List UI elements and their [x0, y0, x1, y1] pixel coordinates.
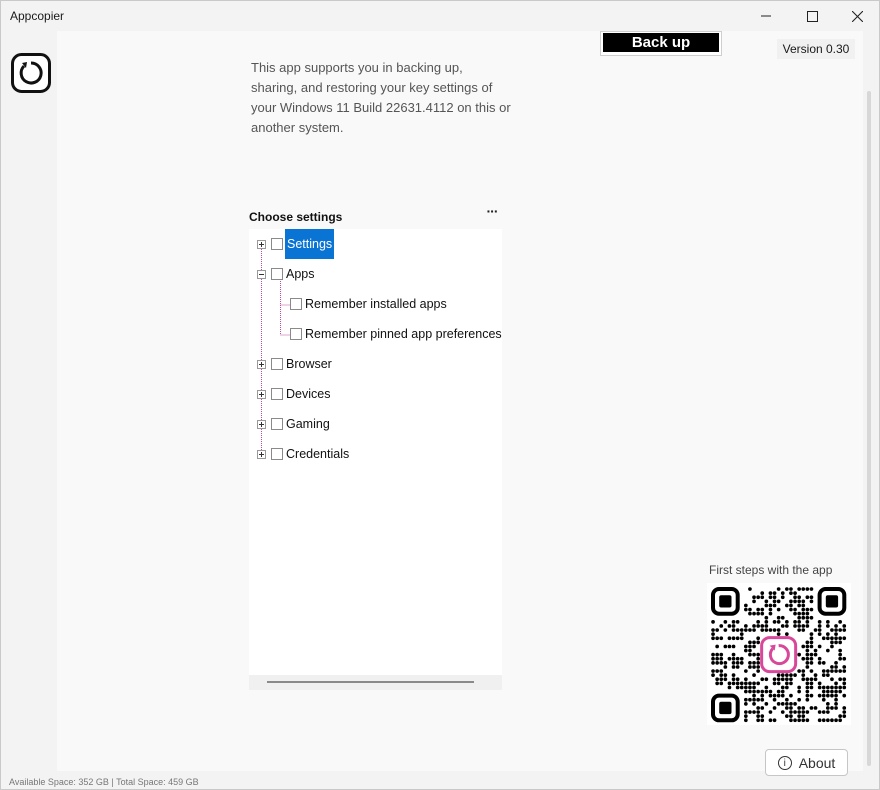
checkbox[interactable] [271, 388, 283, 400]
checkbox[interactable] [290, 298, 302, 310]
checkbox[interactable] [271, 418, 283, 430]
tree-node-settings[interactable]: Settings [271, 229, 335, 259]
tree-node-browser[interactable]: Browser [271, 354, 333, 374]
backup-label: Back up [603, 33, 719, 52]
tree-node-label: Credentials [286, 447, 350, 461]
close-button[interactable] [834, 1, 879, 31]
choose-settings-heading: Choose settings [249, 210, 343, 224]
tree-node-label: Remember pinned app preferences [305, 327, 502, 341]
window-title: Appcopier [10, 9, 65, 23]
expand-icon[interactable] [257, 360, 266, 369]
tree-node-label: Settings [285, 229, 335, 259]
maximize-button[interactable] [789, 1, 835, 31]
maximize-icon [806, 10, 818, 22]
tree-node-devices[interactable]: Devices [271, 384, 331, 404]
expand-icon[interactable] [257, 420, 266, 429]
left-rail [1, 31, 57, 789]
checkbox[interactable] [271, 358, 283, 370]
checkbox[interactable] [271, 448, 283, 460]
checkbox[interactable] [290, 328, 302, 340]
tree-node-label: Devices [286, 387, 331, 401]
tree-node-label: Browser [286, 357, 332, 371]
expand-icon[interactable] [257, 390, 266, 399]
app-logo-icon [11, 53, 51, 93]
vertical-scrollbar[interactable] [867, 91, 871, 766]
checkbox[interactable] [271, 268, 283, 280]
title-bar[interactable]: Appcopier [1, 1, 879, 31]
tree-node-credentials[interactable]: Credentials [271, 444, 350, 464]
expand-icon[interactable] [257, 450, 266, 459]
scrollbar-thumb[interactable] [267, 681, 474, 683]
close-icon [851, 10, 863, 22]
version-label: Version 0.30 [777, 39, 855, 59]
expand-icon[interactable] [257, 240, 266, 249]
minimize-icon [761, 15, 771, 17]
app-window: Appcopier Back up Version 0.30 This app … [0, 0, 880, 790]
tree-node-gaming[interactable]: Gaming [271, 414, 331, 434]
more-options-button[interactable]: ··· [482, 203, 502, 219]
tree-node-label: Remember installed apps [305, 297, 447, 311]
checkbox[interactable] [271, 238, 283, 250]
backup-button[interactable]: Back up [600, 31, 722, 56]
qr-code[interactable] [707, 583, 851, 725]
info-icon: i [777, 755, 792, 770]
tree-horizontal-scrollbar[interactable] [249, 675, 502, 690]
qr-center-logo-icon [760, 636, 798, 674]
about-button[interactable]: i About [765, 749, 848, 776]
tree-node-remember-installed-apps[interactable]: Remember installed apps [290, 294, 448, 314]
tree-node-label: Gaming [286, 417, 330, 431]
tree-node-remember-pinned-app-preferences[interactable]: Remember pinned app preferences [290, 324, 502, 344]
settings-tree[interactable]: Settings Apps Remember installed apps Re… [249, 229, 502, 689]
collapse-icon[interactable] [257, 270, 266, 279]
tree-node-apps[interactable]: Apps [271, 264, 316, 284]
minimize-button[interactable] [743, 1, 789, 31]
about-label: About [798, 754, 836, 771]
first-steps-label: First steps with the app [709, 563, 833, 577]
tree-node-label: Apps [286, 267, 315, 281]
intro-text: This app supports you in backing up, sha… [251, 60, 511, 135]
disk-space-status: Available Space: 352 GB | Total Space: 4… [9, 777, 199, 787]
